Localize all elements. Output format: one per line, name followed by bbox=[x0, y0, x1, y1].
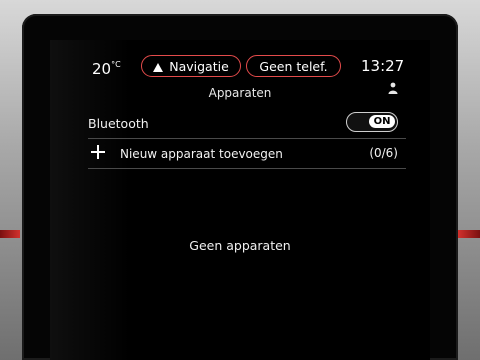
page-title: Apparaten bbox=[208, 86, 272, 100]
dashboard-ambient-light-left bbox=[0, 230, 20, 238]
infotainment-screen: 20°C Navigatie Geen telef. 13:27 Apparat… bbox=[50, 40, 430, 360]
navigation-arrow-icon bbox=[153, 63, 164, 72]
bluetooth-toggle-state: ON bbox=[369, 115, 395, 128]
clock: 13:27 bbox=[361, 57, 405, 75]
device-count: (0/6) bbox=[369, 146, 398, 160]
user-profile-icon[interactable] bbox=[388, 82, 398, 94]
add-device-label: Nieuw apparaat toevoegen bbox=[120, 147, 283, 161]
temperature-value: 20 bbox=[92, 60, 112, 78]
photo-scene: 20°C Navigatie Geen telef. 13:27 Apparat… bbox=[0, 0, 480, 360]
phone-button[interactable]: Geen telef. bbox=[246, 55, 341, 77]
dashboard-ambient-light-right bbox=[458, 230, 480, 238]
temperature-readout: 20°C bbox=[92, 60, 121, 78]
bluetooth-label: Bluetooth bbox=[88, 116, 149, 131]
temperature-unit: °C bbox=[111, 60, 121, 69]
phone-label: Geen telef. bbox=[259, 59, 328, 74]
bluetooth-toggle[interactable]: ON bbox=[346, 112, 398, 132]
empty-devices-message: Geen apparaten bbox=[189, 238, 291, 253]
navigation-label: Navigatie bbox=[169, 59, 229, 74]
plus-icon bbox=[90, 144, 106, 160]
add-device-row[interactable]: Nieuw apparaat toevoegen (0/6) bbox=[88, 139, 406, 169]
bluetooth-row: Bluetooth ON bbox=[88, 109, 406, 139]
navigation-button[interactable]: Navigatie bbox=[141, 55, 241, 77]
